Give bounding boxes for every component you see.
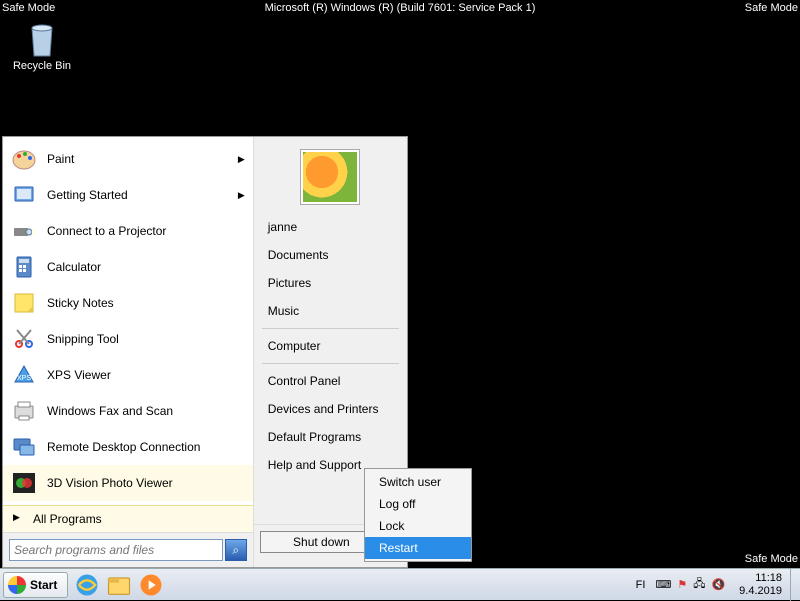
program-sticky-notes[interactable]: Sticky Notes bbox=[3, 285, 253, 321]
devices-printers-link[interactable]: Devices and Printers bbox=[254, 395, 407, 423]
music-link[interactable]: Music bbox=[254, 297, 407, 325]
show-desktop-button[interactable] bbox=[790, 569, 800, 601]
taskbar: Start FI ⌨ ⚑ 🖧 🔇 11:18 9.4.2019 bbox=[0, 568, 800, 600]
program-snipping-tool[interactable]: Snipping Tool bbox=[3, 321, 253, 357]
submenu-arrow-icon: ▶ bbox=[238, 190, 245, 201]
control-panel-link[interactable]: Control Panel bbox=[254, 367, 407, 395]
safe-mode-bottom-right: Safe Mode bbox=[745, 553, 798, 565]
program-label: Calculator bbox=[47, 260, 101, 274]
power-options-menu: Switch userLog offLockRestart bbox=[364, 468, 472, 562]
default-programs-link[interactable]: Default Programs bbox=[254, 423, 407, 451]
username[interactable]: janne bbox=[254, 213, 407, 241]
program-remote-desktop[interactable]: Remote Desktop Connection bbox=[3, 429, 253, 465]
all-programs[interactable]: All Programs bbox=[3, 505, 253, 532]
program-paint[interactable]: Paint ▶ bbox=[3, 141, 253, 177]
calculator-icon bbox=[11, 254, 37, 280]
start-menu-left: Paint ▶ Getting Started ▶ Connect to a Proje… bbox=[3, 137, 254, 567]
separator bbox=[262, 328, 399, 329]
avatar-image bbox=[303, 152, 357, 202]
power-log-off[interactable]: Log off bbox=[365, 493, 471, 515]
date: 9.4.2019 bbox=[739, 585, 782, 597]
3d-vision-icon bbox=[11, 470, 37, 496]
program-label: Remote Desktop Connection bbox=[47, 440, 200, 454]
safe-mode-top-right: Safe Mode bbox=[745, 2, 798, 14]
program-calculator[interactable]: Calculator bbox=[3, 249, 253, 285]
volume-icon[interactable]: 🔇 bbox=[711, 578, 725, 591]
recycle-bin-icon bbox=[24, 18, 60, 58]
program-xps-viewer[interactable]: XPS XPS Viewer bbox=[3, 357, 253, 393]
program-list: Paint ▶ Getting Started ▶ Connect to a Proje… bbox=[3, 137, 253, 505]
snipping-tool-icon bbox=[11, 326, 37, 352]
taskbar-ie[interactable] bbox=[73, 572, 101, 598]
start-menu: Paint ▶ Getting Started ▶ Connect to a Proje… bbox=[2, 136, 408, 568]
keyboard-icon[interactable]: ⌨ bbox=[655, 578, 671, 591]
recycle-bin-label: Recycle Bin bbox=[12, 60, 72, 72]
program-label: Snipping Tool bbox=[47, 332, 119, 346]
avatar-wrap bbox=[254, 145, 407, 213]
computer-link[interactable]: Computer bbox=[254, 332, 407, 360]
build-info: Microsoft (R) Windows (R) (Build 7601: S… bbox=[265, 2, 536, 14]
program-label: Getting Started bbox=[47, 188, 128, 202]
search-icon: ⌕ bbox=[232, 543, 239, 558]
submenu-arrow-icon: ▶ bbox=[238, 154, 245, 165]
documents-link[interactable]: Documents bbox=[254, 241, 407, 269]
program-label: Paint bbox=[47, 152, 74, 166]
start-button[interactable]: Start bbox=[3, 572, 68, 598]
sticky-notes-icon bbox=[11, 290, 37, 316]
xps-viewer-icon: XPS bbox=[11, 362, 37, 388]
program-getting-started[interactable]: Getting Started ▶ bbox=[3, 177, 253, 213]
safe-mode-top-left: Safe Mode bbox=[2, 2, 55, 14]
program-label: Sticky Notes bbox=[47, 296, 114, 310]
network-icon[interactable]: 🖧 bbox=[693, 575, 705, 594]
projector-icon bbox=[11, 218, 37, 244]
program-label: XPS Viewer bbox=[47, 368, 111, 382]
taskbar-explorer[interactable] bbox=[105, 572, 133, 598]
system-tray: ⌨ ⚑ 🖧 🔇 bbox=[649, 575, 731, 594]
program-fax-scan[interactable]: Windows Fax and Scan bbox=[3, 393, 253, 429]
recycle-bin[interactable]: Recycle Bin bbox=[12, 18, 72, 72]
separator bbox=[262, 363, 399, 364]
program-label: Windows Fax and Scan bbox=[47, 404, 173, 418]
start-label: Start bbox=[30, 578, 57, 592]
program-label: Connect to a Projector bbox=[47, 224, 166, 238]
language-indicator[interactable]: FI bbox=[632, 579, 650, 591]
svg-text:XPS: XPS bbox=[17, 375, 31, 382]
search-input[interactable] bbox=[9, 539, 223, 561]
search-button[interactable]: ⌕ bbox=[225, 539, 247, 561]
getting-started-icon bbox=[11, 182, 37, 208]
security-icon[interactable]: ⚑ bbox=[677, 578, 687, 591]
power-restart[interactable]: Restart bbox=[365, 537, 471, 559]
taskbar-media-player[interactable] bbox=[137, 572, 165, 598]
avatar[interactable] bbox=[300, 149, 360, 205]
power-lock[interactable]: Lock bbox=[365, 515, 471, 537]
power-switch-user[interactable]: Switch user bbox=[365, 471, 471, 493]
program-projector[interactable]: Connect to a Projector bbox=[3, 213, 253, 249]
search-row: ⌕ bbox=[3, 532, 253, 567]
program-3d-vision[interactable]: 3D Vision Photo Viewer bbox=[3, 465, 253, 501]
time: 11:18 bbox=[739, 572, 782, 584]
pictures-link[interactable]: Pictures bbox=[254, 269, 407, 297]
clock[interactable]: 11:18 9.4.2019 bbox=[731, 572, 790, 596]
windows-orb-icon bbox=[8, 576, 26, 594]
remote-desktop-icon bbox=[11, 434, 37, 460]
program-label: 3D Vision Photo Viewer bbox=[47, 476, 173, 490]
paint-icon bbox=[11, 146, 37, 172]
fax-scan-icon bbox=[11, 398, 37, 424]
